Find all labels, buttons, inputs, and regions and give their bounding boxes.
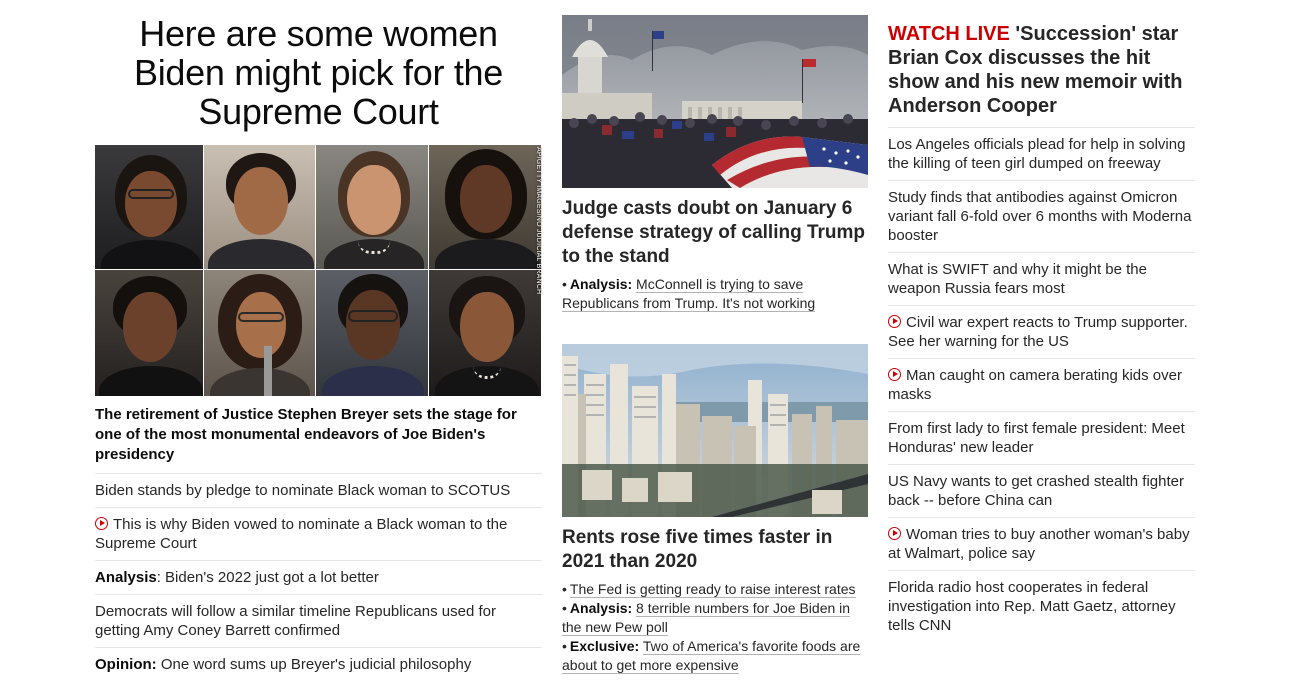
list-item[interactable]: Man caught on camera berating kids over … — [888, 359, 1195, 412]
story2-headline: Rents rose five times faster in 2021 tha… — [562, 527, 833, 572]
related-links-list: Biden stands by pledge to nominate Black… — [95, 474, 542, 681]
bullet: • — [562, 276, 567, 292]
bullet: • — [562, 581, 567, 597]
list-item[interactable]: Biden stands by pledge to nominate Black… — [95, 474, 542, 508]
video-play-icon — [95, 517, 108, 530]
list-item[interactable]: Democrats will follow a similar timeline… — [95, 595, 542, 648]
story2-headline-link[interactable]: Rents rose five times faster in 2021 tha… — [562, 526, 868, 574]
headlines-list: Los Angeles officials plead for help in … — [888, 128, 1195, 642]
city-skyline-image — [562, 344, 868, 517]
headlines-column: WATCH LIVE 'Succession' star Brian Cox d… — [888, 22, 1195, 642]
bullet: • — [562, 600, 567, 616]
portrait-1 — [95, 145, 204, 270]
list-item[interactable]: Florida radio host cooperates in federal… — [888, 571, 1195, 642]
list-item-text: US Navy wants to get crashed stealth fig… — [888, 473, 1184, 509]
watch-live-link[interactable]: WATCH LIVE 'Succession' star Brian Cox d… — [888, 22, 1195, 128]
story2-related-link-2: • Analysis: 8 terrible numbers for Joe Bi… — [562, 599, 868, 637]
link-prefix: Analysis: — [569, 600, 633, 616]
list-item-text: One word sums up Breyer's judicial philo… — [156, 656, 472, 673]
portrait-3 — [316, 145, 429, 270]
story1-headline-link[interactable]: Judge casts doubt on January 6 defense s… — [562, 197, 868, 269]
list-item-text: Woman tries to buy another woman's baby … — [888, 526, 1190, 562]
story1-headline: Judge casts doubt on January 6 defense s… — [562, 198, 866, 267]
portrait-6 — [204, 270, 316, 397]
video-play-icon — [888, 368, 901, 381]
story2-related-link-1: • The Fed is getting ready to raise inter… — [562, 580, 868, 599]
capitol-riot-image — [562, 15, 868, 188]
list-item[interactable]: Analysis: Biden's 2022 just got a lot be… — [95, 561, 542, 595]
portrait-7 — [316, 270, 429, 397]
link-prefix: Exclusive — [569, 638, 635, 654]
nominees-photo-collage[interactable]: AP/GETTY IMAGES/NO JUDICIAL BRANCH — [95, 145, 542, 397]
list-item-text: Man caught on camera berating kids over … — [888, 367, 1182, 403]
secondary-stories-column: Judge casts doubt on January 6 defense s… — [562, 15, 868, 675]
watch-live-headline: WATCH LIVE 'Succession' star Brian Cox d… — [888, 22, 1195, 128]
story1-analysis-link[interactable]: Analysis: McConnell is trying to save Re… — [562, 276, 816, 312]
fed-rates-link[interactable]: The Fed is getting ready to raise intere… — [569, 581, 856, 598]
list-item[interactable]: Civil war expert reacts to Trump support… — [888, 306, 1195, 359]
link-prefix: Analysis: — [569, 276, 633, 292]
lead-subheadline-link[interactable]: The retirement of Justice Stephen Breyer… — [95, 405, 542, 474]
story1-related-link: • Analysis: McConnell is trying to save R… — [562, 275, 868, 313]
portrait-2 — [204, 145, 316, 270]
lead-story-column: Here are some women Biden might pick for… — [95, 14, 542, 681]
list-item-text: From first lady to first female presiden… — [888, 420, 1185, 456]
story2-related-link-3: • Exclusive: Two of America's favorite fo… — [562, 637, 868, 675]
list-item[interactable]: Los Angeles officials plead for help in … — [888, 128, 1195, 181]
list-item-prefix: Opinion: — [95, 656, 157, 673]
lead-subheadline: The retirement of Justice Stephen Breyer… — [95, 405, 542, 474]
foods-expensive-link[interactable]: Exclusive: Two of America's favorite foo… — [562, 638, 861, 674]
list-item-text: Democrats will follow a similar timeline… — [95, 603, 496, 639]
portrait-5 — [95, 270, 204, 397]
list-item[interactable]: Woman tries to buy another woman's baby … — [888, 518, 1195, 571]
portrait-4 — [429, 145, 542, 270]
list-item-text: Civil war expert reacts to Trump support… — [888, 314, 1188, 350]
list-item-text: Study finds that antibodies against Omic… — [888, 189, 1192, 244]
capitol-riot-photo[interactable] — [562, 15, 868, 188]
list-item-text: : Biden's 2022 just got a lot better — [156, 569, 379, 586]
watch-live-label: WATCH LIVE — [888, 23, 1010, 45]
list-item[interactable]: From first lady to first female presiden… — [888, 412, 1195, 465]
list-item-text: Biden stands by pledge to nominate Black… — [95, 482, 511, 499]
list-item-text: Los Angeles officials plead for help in … — [888, 136, 1186, 172]
video-play-icon — [888, 527, 901, 540]
portrait-8 — [429, 270, 542, 397]
list-item[interactable]: This is why Biden vowed to nominate a Bl… — [95, 508, 542, 561]
lead-headline: Here are some women Biden might pick for… — [134, 13, 503, 132]
pew-poll-link[interactable]: Analysis: 8 terrible numbers for Joe Bid… — [562, 600, 851, 636]
list-item-text: This is why Biden vowed to nominate a Bl… — [95, 516, 508, 552]
city-skyline-photo[interactable] — [562, 344, 868, 517]
link-text: The Fed is getting ready to raise intere… — [569, 581, 856, 598]
list-item[interactable]: What is SWIFT and why it might be the we… — [888, 253, 1195, 306]
bullet: • — [562, 638, 567, 654]
list-item-prefix: Analysis — [95, 569, 157, 586]
lead-headline-link[interactable]: Here are some women Biden might pick for… — [95, 14, 542, 131]
list-item-text: What is SWIFT and why it might be the we… — [888, 261, 1147, 297]
list-item[interactable]: Opinion: One word sums up Breyer's judic… — [95, 648, 542, 681]
list-item-text: Florida radio host cooperates in federal… — [888, 579, 1176, 634]
image-credit: AP/GETTY IMAGES/NO JUDICIAL BRANCH — [535, 147, 542, 295]
video-play-icon — [888, 315, 901, 328]
list-item[interactable]: US Navy wants to get crashed stealth fig… — [888, 465, 1195, 518]
list-item[interactable]: Study finds that antibodies against Omic… — [888, 181, 1195, 253]
